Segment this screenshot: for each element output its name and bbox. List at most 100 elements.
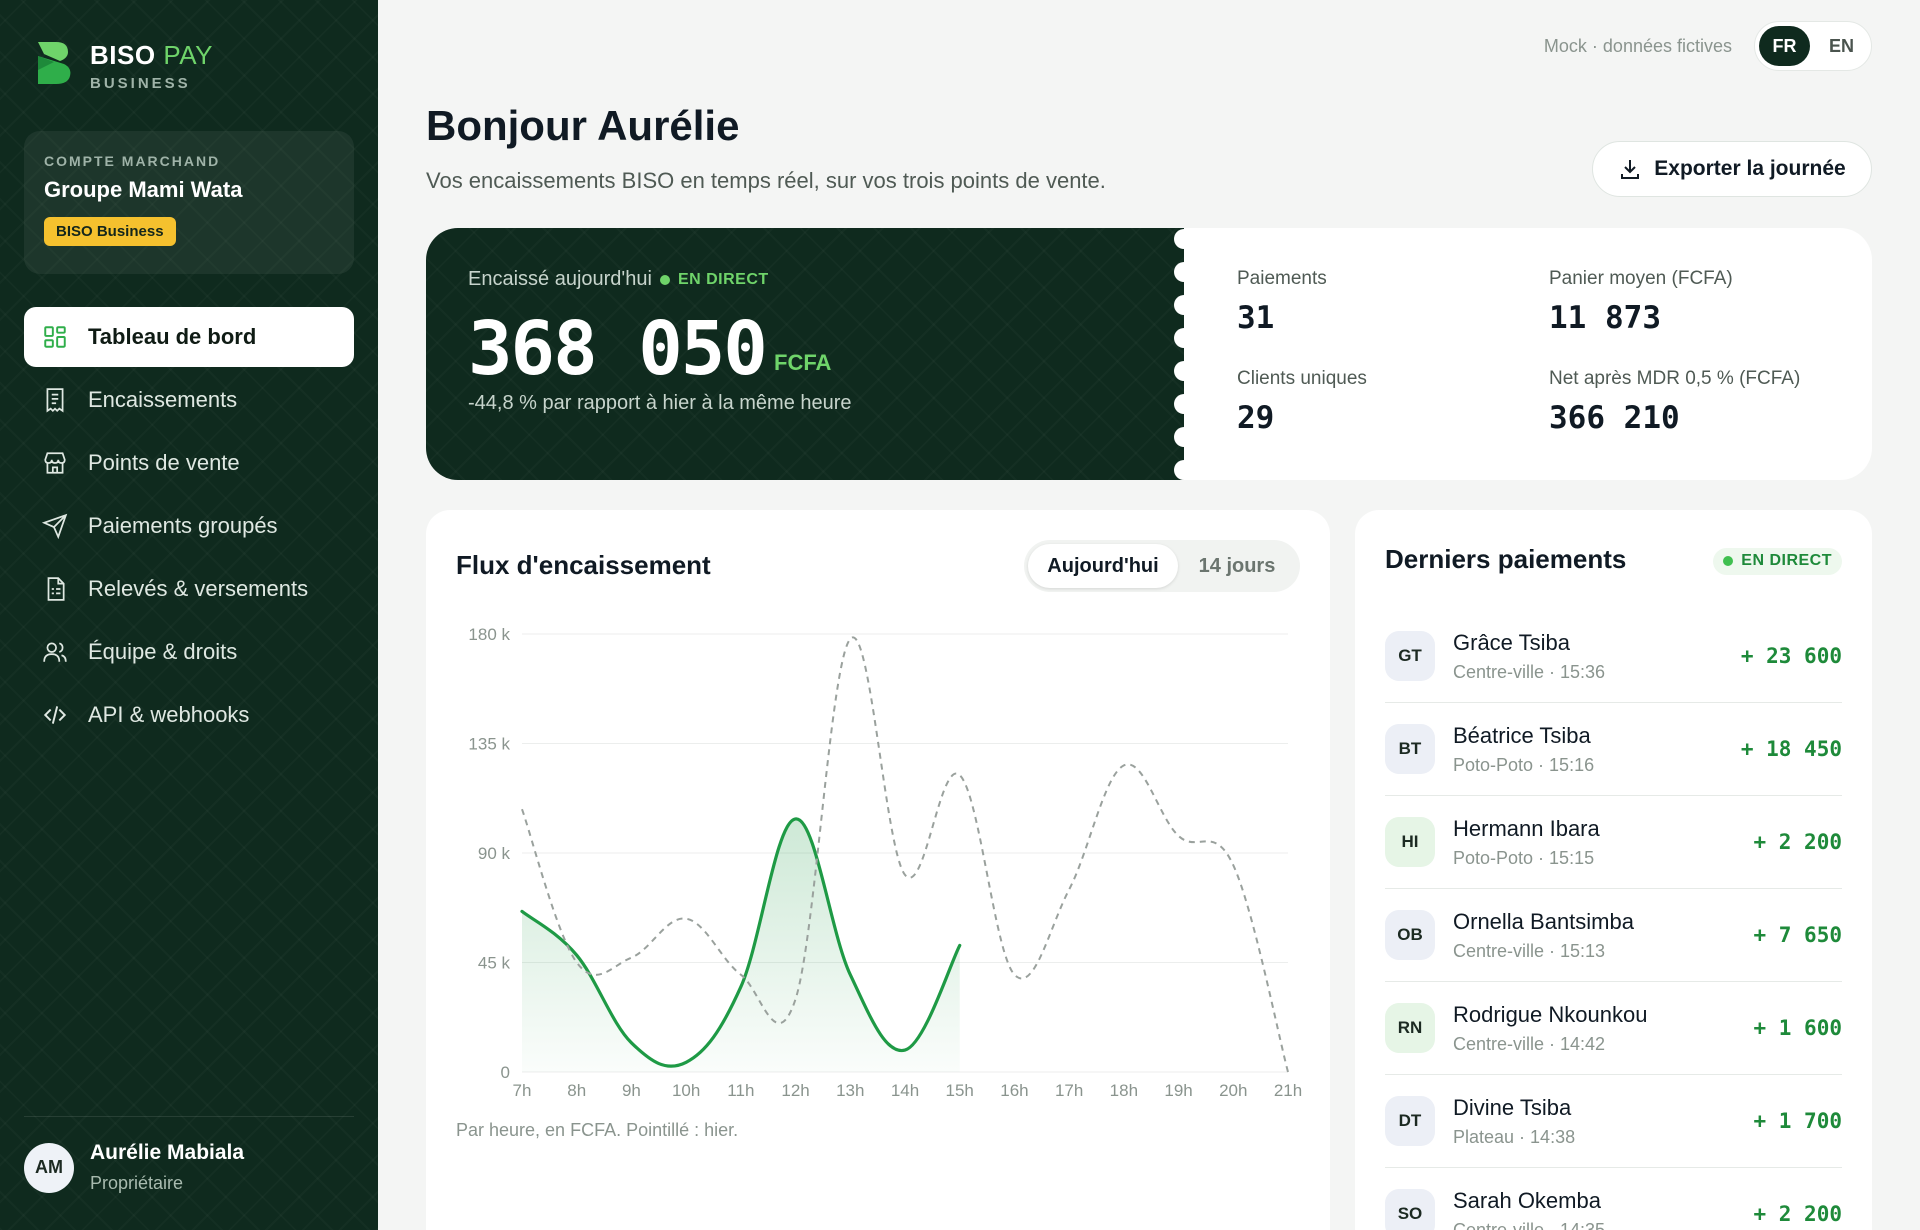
ticket-notch	[1174, 427, 1194, 447]
x-tick-label: 18h	[1110, 1081, 1138, 1100]
sidebar-item-encaissements[interactable]: Encaissements	[24, 370, 354, 430]
biso-logo-icon	[34, 40, 74, 84]
payment-amount: + 23 600	[1740, 644, 1842, 668]
payment-row[interactable]: OB Ornella Bantsimba Centre-ville · 15:13 +…	[1385, 889, 1842, 982]
payment-meta: Centre-ville · 15:13	[1453, 940, 1606, 961]
payer-name: Sarah Okemba	[1453, 1187, 1601, 1213]
payment-row[interactable]: GT Grâce Tsiba Centre-ville · 15:36 + 23 60…	[1385, 610, 1842, 703]
live-dot-icon	[1723, 556, 1734, 566]
x-tick-label: 15h	[946, 1081, 974, 1100]
payments-title: Derniers paiements	[1385, 544, 1627, 574]
language-switcher: FR EN	[1754, 21, 1872, 71]
stat-value: 31	[1237, 300, 1275, 336]
payment-meta: Poto-Poto · 15:16	[1453, 754, 1595, 775]
payments-card: Derniers paiements EN DIRECT GT Grâce Tsi…	[1355, 510, 1872, 1230]
payer-avatar: GT	[1385, 631, 1435, 681]
stat-value: 11 873	[1549, 300, 1661, 336]
payment-amount: + 2 200	[1753, 1202, 1842, 1226]
user-profile[interactable]: AM Aurélie Mabiala Propriétaire	[24, 1116, 354, 1194]
payment-row[interactable]: HI Hermann Ibara Poto-Poto · 15:15 + 2 200	[1385, 796, 1842, 889]
store-icon	[44, 452, 66, 474]
export-button[interactable]: Exporter la journée	[1592, 141, 1872, 197]
x-tick-label: 7h	[513, 1081, 532, 1100]
brand-name: BISO PAY	[90, 40, 213, 70]
payment-meta: Plateau · 14:38	[1453, 1126, 1576, 1147]
flux-chart: 0 45 k 90 k 135 k 180 k 7h 8h 9h 10h 11h 12h 13h 14h…	[468, 625, 1302, 1100]
sidebar-item-paiements-groupes[interactable]: Paiements groupés	[24, 496, 354, 556]
payment-meta: Centre-ville · 14:35	[1453, 1219, 1606, 1230]
mock-data-note: Mock · données fictives	[1543, 36, 1732, 56]
tab-today[interactable]: Aujourd'hui	[1028, 544, 1178, 588]
y-tick-label: 0	[501, 1063, 510, 1082]
dashboard-icon	[44, 326, 66, 348]
y-tick-label: 90 k	[478, 844, 511, 863]
period-toggle: Aujourd'hui 14 jours	[1024, 540, 1300, 592]
users-icon	[43, 642, 67, 662]
x-tick-label: 20h	[1219, 1081, 1247, 1100]
x-tick-label: 12h	[781, 1081, 809, 1100]
sidebar-item-label: Tableau de bord	[88, 324, 257, 349]
live-badge: EN DIRECT	[659, 271, 769, 289]
kpi-comparison: -44,8 % par rapport à hier à la même heu…	[468, 392, 852, 414]
ticket-notch	[1174, 361, 1194, 381]
payments-live-badge: EN DIRECT	[1713, 548, 1842, 575]
payment-amount: + 1 700	[1753, 1109, 1842, 1133]
payment-amount: + 2 200	[1753, 830, 1842, 854]
chart-note: Par heure, en FCFA. Pointillé : hier.	[456, 1120, 739, 1140]
sidebar-item-label: Encaissements	[88, 387, 238, 412]
sidebar: BISO PAY BUSINESS COMPTE MARCHAND Groupe…	[0, 0, 378, 1230]
sidebar-item-releves[interactable]: Relevés & versements	[24, 559, 354, 619]
payment-amount: + 1 600	[1753, 1016, 1842, 1040]
x-tick-label: 19h	[1164, 1081, 1192, 1100]
code-icon	[43, 706, 67, 724]
payment-row[interactable]: DT Divine Tsiba Plateau · 14:38 + 1 700	[1385, 1075, 1842, 1168]
kpi-unit: FCFA	[774, 350, 832, 375]
user-role: Propriétaire	[90, 1173, 184, 1193]
payment-row[interactable]: SO Sarah Okemba Centre-ville · 14:35 + 2 20…	[1385, 1168, 1842, 1230]
stat-value: 366 210	[1549, 400, 1680, 436]
sidebar-item-points-de-vente[interactable]: Points de vente	[24, 433, 354, 493]
x-tick-label: 21h	[1274, 1081, 1302, 1100]
tab-14-days[interactable]: 14 jours	[1182, 544, 1292, 588]
x-tick-label: 10h	[672, 1081, 700, 1100]
brand-sub: BUSINESS	[90, 75, 191, 92]
x-tick-label: 11h	[727, 1081, 754, 1100]
x-tick-label: 8h	[567, 1081, 586, 1100]
lang-fr-button[interactable]: FR	[1759, 26, 1810, 66]
payment-row[interactable]: RN Rodrigue Nkounkou Centre-ville · 14:42 +…	[1385, 982, 1842, 1075]
series-today-area	[522, 818, 960, 1072]
kpi-amount: 368 050	[468, 306, 768, 392]
sidebar-item-api[interactable]: API & webhooks	[24, 685, 354, 745]
payer-name: Ornella Bantsimba	[1453, 908, 1634, 934]
stat-clients-uniques: Clients uniques 29	[1237, 368, 1367, 436]
sidebar-item-dashboard[interactable]: Tableau de bord	[24, 307, 354, 367]
lang-en-button[interactable]: EN	[1816, 26, 1867, 66]
flux-card: Flux d'encaissement Aujourd'hui 14 jours…	[426, 510, 1330, 1230]
kpi-label: Encaissé aujourd'hui	[468, 268, 652, 290]
sidebar-item-label: Paiements groupés	[88, 513, 278, 538]
ticket-notch	[1174, 295, 1194, 315]
payer-name: Hermann Ibara	[1453, 815, 1600, 841]
payer-avatar: BT	[1385, 724, 1435, 774]
send-icon	[42, 513, 68, 539]
stat-value: 29	[1237, 400, 1275, 436]
kpi-today-panel: Encaissé aujourd'hui EN DIRECT 368 050 F…	[426, 228, 1184, 480]
x-tick-label: 14h	[891, 1081, 919, 1100]
stat-label: Panier moyen (FCFA)	[1549, 268, 1733, 289]
payer-avatar: SO	[1385, 1189, 1435, 1230]
sidebar-nav: Tableau de bord Encaissements Points de …	[24, 307, 354, 748]
payer-name: Grâce Tsiba	[1453, 629, 1570, 655]
payment-amount: + 7 650	[1753, 923, 1842, 947]
sidebar-item-label: Équipe & droits	[88, 639, 238, 664]
brand[interactable]: BISO PAY BUSINESS	[34, 40, 213, 92]
export-label: Exporter la journée	[1654, 157, 1846, 180]
ticket-edge	[1174, 228, 1194, 480]
payment-meta: Centre-ville · 14:42	[1453, 1033, 1606, 1054]
sidebar-item-equipe[interactable]: Équipe & droits	[24, 622, 354, 682]
ticket-notch	[1174, 460, 1194, 480]
merchant-label: COMPTE MARCHAND	[44, 153, 221, 169]
y-tick-label: 180 k	[468, 625, 510, 644]
ticket-notch	[1174, 262, 1194, 282]
stat-panier-moyen: Panier moyen (FCFA) 11 873	[1549, 268, 1733, 336]
payment-row[interactable]: BT Béatrice Tsiba Poto-Poto · 15:16 + 18 45…	[1385, 703, 1842, 796]
